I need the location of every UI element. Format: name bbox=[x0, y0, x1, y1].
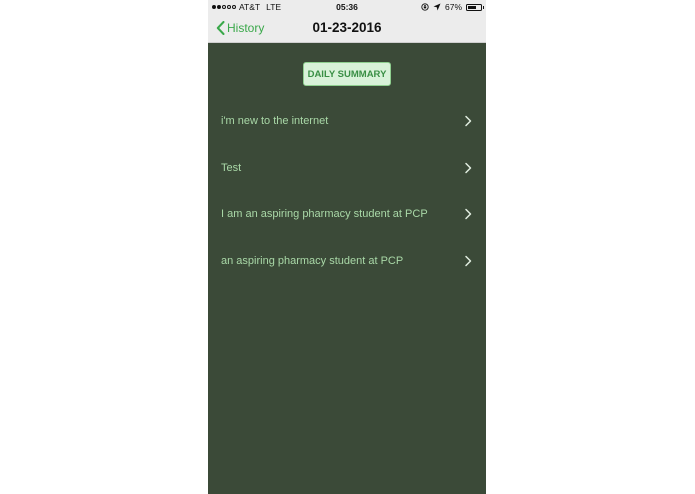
chevron-right-icon bbox=[465, 208, 472, 220]
list-item-label: Test bbox=[221, 161, 242, 174]
list-item-label: i'm new to the internet bbox=[221, 115, 329, 127]
battery-percent: 67% bbox=[444, 2, 462, 12]
list-item[interactable]: an aspiring pharmacy student at PCP bbox=[208, 239, 486, 286]
battery-icon bbox=[466, 3, 484, 11]
list-item[interactable]: Test bbox=[208, 146, 486, 193]
page-title: 01-23-2016 bbox=[312, 20, 382, 35]
location-arrow-icon bbox=[433, 3, 441, 11]
list-item[interactable]: i'm new to the internet bbox=[208, 99, 486, 146]
status-bar: AT&T LTE 05:36 67% bbox=[208, 0, 486, 14]
list-item-label: I am an aspiring pharmacy student at PCP bbox=[221, 208, 428, 220]
orientation-lock-icon bbox=[421, 3, 429, 11]
chevron-right-icon bbox=[465, 255, 472, 266]
entry-list: i'm new to the internet Test I am an asp… bbox=[208, 99, 486, 285]
list-item[interactable]: I am an aspiring pharmacy student at PCP bbox=[208, 192, 486, 239]
chevron-right-icon bbox=[465, 162, 472, 173]
phone-screen: AT&T LTE 05:36 67% History 01-23-2016 DA… bbox=[208, 0, 486, 494]
status-right: 67% bbox=[421, 1, 484, 13]
battery-fill bbox=[468, 5, 477, 9]
navigation-bar: History 01-23-2016 bbox=[208, 14, 486, 43]
list-item-label: an aspiring pharmacy student at PCP bbox=[221, 254, 404, 267]
chevron-right-icon bbox=[465, 115, 472, 127]
daily-summary-button[interactable]: DAILY SUMMARY bbox=[303, 62, 391, 86]
